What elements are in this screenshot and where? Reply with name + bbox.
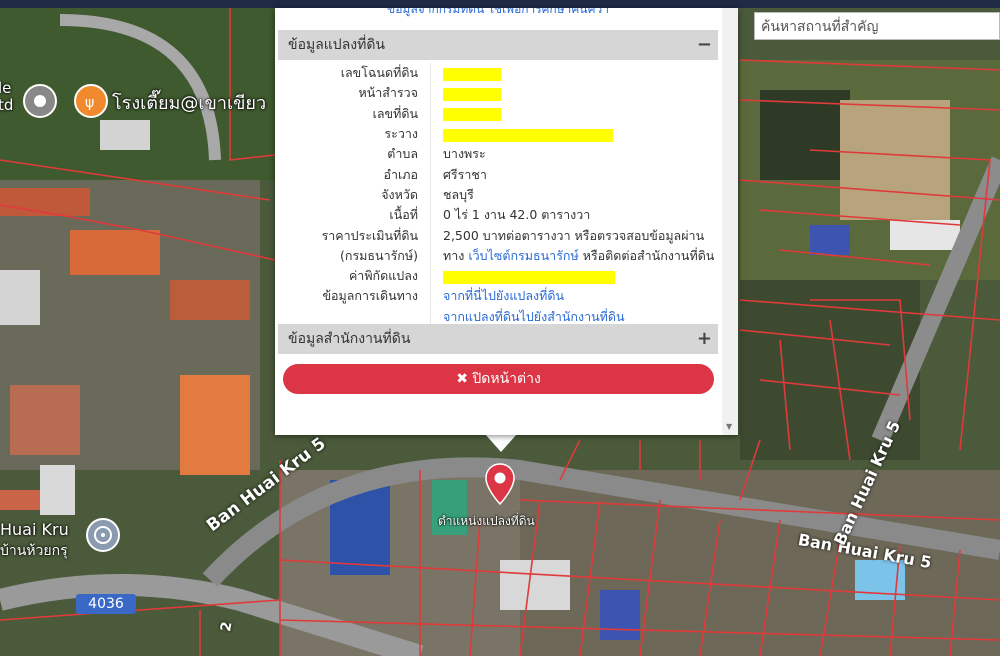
row-label: (กรมธนารักษ์): [278, 245, 431, 266]
row-value: [431, 124, 719, 144]
popup-tail: [485, 434, 517, 452]
place-label-en: Huai Kru: [0, 520, 69, 539]
directions-to-office-link[interactable]: จากแปลงที่ดินไปยังสำนักงานที่ดิน: [443, 309, 625, 324]
land-section-header[interactable]: ข้อมูลแปลงที่ดิน −: [278, 30, 718, 60]
row-label: เนื้อที่: [278, 205, 431, 226]
row-value: ศรีราชา: [443, 166, 487, 182]
row-value: ทาง เว็บไซต์กรมธนารักษ์ หรือติดต่อสำนักง…: [431, 246, 719, 266]
row-value: [431, 104, 719, 124]
office-section-header[interactable]: ข้อมูลสำนักงานที่ดิน +: [278, 324, 718, 354]
table-row: เลขที่ดิน: [278, 103, 719, 124]
redacted-value: [443, 108, 501, 122]
location-marker-icon[interactable]: [484, 462, 516, 510]
row-label: ค่าพิกัดแปลง: [278, 265, 431, 287]
row-value: 0 ไร่ 1 งาน 42.0 ตารางวา: [443, 207, 591, 223]
row-label: จังหวัด: [278, 184, 431, 206]
table-row: จังหวัด ชลบุรี: [278, 184, 718, 206]
expand-icon[interactable]: +: [697, 324, 712, 354]
marker-label: ตำแหน่งแปลงที่ดิน: [438, 514, 535, 528]
row-value: ชลบุรี: [443, 186, 474, 202]
popup-top-text: ข้อมูลจากกรมที่ดิน ใช้เพื่อการศึกษาค้นคว…: [387, 8, 609, 16]
poi-label-restaurant: โรงเตี๊ยม@เขาเขียว: [112, 93, 267, 114]
table-row: (กรมธนารักษ์) ทาง เว็บไซต์กรมธนารักษ์ หร…: [278, 245, 719, 266]
table-row: ตำบล บางพระ: [278, 144, 718, 165]
close-button-label: ปิดหน้าต่าง: [472, 371, 541, 387]
table-row: เลขโฉนดที่ดิน: [278, 63, 719, 84]
treasury-website-link[interactable]: เว็บไซต์กรมธนารักษ์: [468, 248, 578, 263]
row-label: ข้อมูลการเดินทาง: [278, 286, 431, 307]
close-window-button[interactable]: ✖ ปิดหน้าต่าง: [283, 364, 714, 394]
row-label: ราคาประเมินที่ดิน: [278, 225, 431, 246]
top-bar: [0, 0, 1000, 8]
restaurant-icon[interactable]: ψ: [74, 84, 108, 118]
search-input[interactable]: [754, 12, 1000, 40]
redacted-value: [443, 270, 615, 284]
poi-label-partial: le td: [0, 79, 14, 114]
svg-text:ψ: ψ: [85, 95, 94, 111]
row-label: หน้าสำรวจ: [278, 83, 431, 104]
row-value: 2,500 บาทต่อตารางวา หรือตรวจสอบข้อมูลผ่า…: [443, 227, 705, 243]
office-section-title: ข้อมูลสำนักงานที่ดิน: [288, 331, 411, 347]
popup-scrollbar[interactable]: ▼: [722, 8, 738, 435]
close-icon: ✖: [456, 371, 468, 387]
scroll-down-icon[interactable]: ▼: [726, 422, 732, 431]
table-row: ราคาประเมินที่ดิน 2,500 บาทต่อตารางวา หร…: [278, 225, 718, 246]
place-label-th: บ้านห้วยกรุ: [0, 543, 68, 559]
row-label: เลขที่ดิน: [278, 103, 431, 124]
row-value: [431, 266, 719, 286]
directions-to-parcel-link[interactable]: จากที่นี่ไปยังแปลงที่ดิน: [443, 288, 564, 303]
map-pin-icon[interactable]: [23, 84, 57, 118]
table-row: อำเภอ ศรีราชา: [278, 164, 718, 185]
table-row: เนื้อที่ 0 ไร่ 1 งาน 42.0 ตารางวา: [278, 205, 718, 226]
row-label: เลขโฉนดที่ดิน: [278, 63, 431, 84]
table-row: ระวาง: [278, 123, 719, 145]
table-row: ค่าพิกัดแปลง: [278, 265, 719, 287]
parcel-info-table: เลขโฉนดที่ดิน หน้าสำรวจ เลขที่ดิน ระวาง …: [278, 63, 718, 327]
row-label: ระวาง: [278, 123, 431, 145]
redacted-value: [443, 67, 501, 81]
row-value: บางพระ: [443, 146, 486, 162]
row-label: อำเภอ: [278, 164, 431, 185]
row-value: จากที่นี่ไปยังแปลงที่ดิน: [431, 286, 719, 306]
redacted-value: [443, 87, 501, 101]
value-suffix: หรือติดต่อสำนักงานที่ดิน: [582, 247, 715, 263]
row-value: [431, 83, 719, 103]
row-value: [431, 63, 719, 83]
table-row: หน้าสำรวจ: [278, 83, 719, 104]
temple-icon[interactable]: [86, 518, 120, 552]
land-section-title: ข้อมูลแปลงที่ดิน: [288, 37, 386, 53]
collapse-icon[interactable]: −: [697, 30, 712, 60]
row-label: ตำบล: [278, 144, 431, 165]
table-row: ข้อมูลการเดินทาง จากที่นี่ไปยังแปลงที่ดิ…: [278, 286, 719, 307]
value-prefix: ทาง: [443, 247, 465, 263]
redacted-value: [443, 128, 613, 142]
parcel-info-popup: ข้อมูลจากกรมที่ดิน ใช้เพื่อการศึกษาค้นคว…: [275, 8, 738, 435]
route-badge: 4036: [76, 594, 136, 614]
